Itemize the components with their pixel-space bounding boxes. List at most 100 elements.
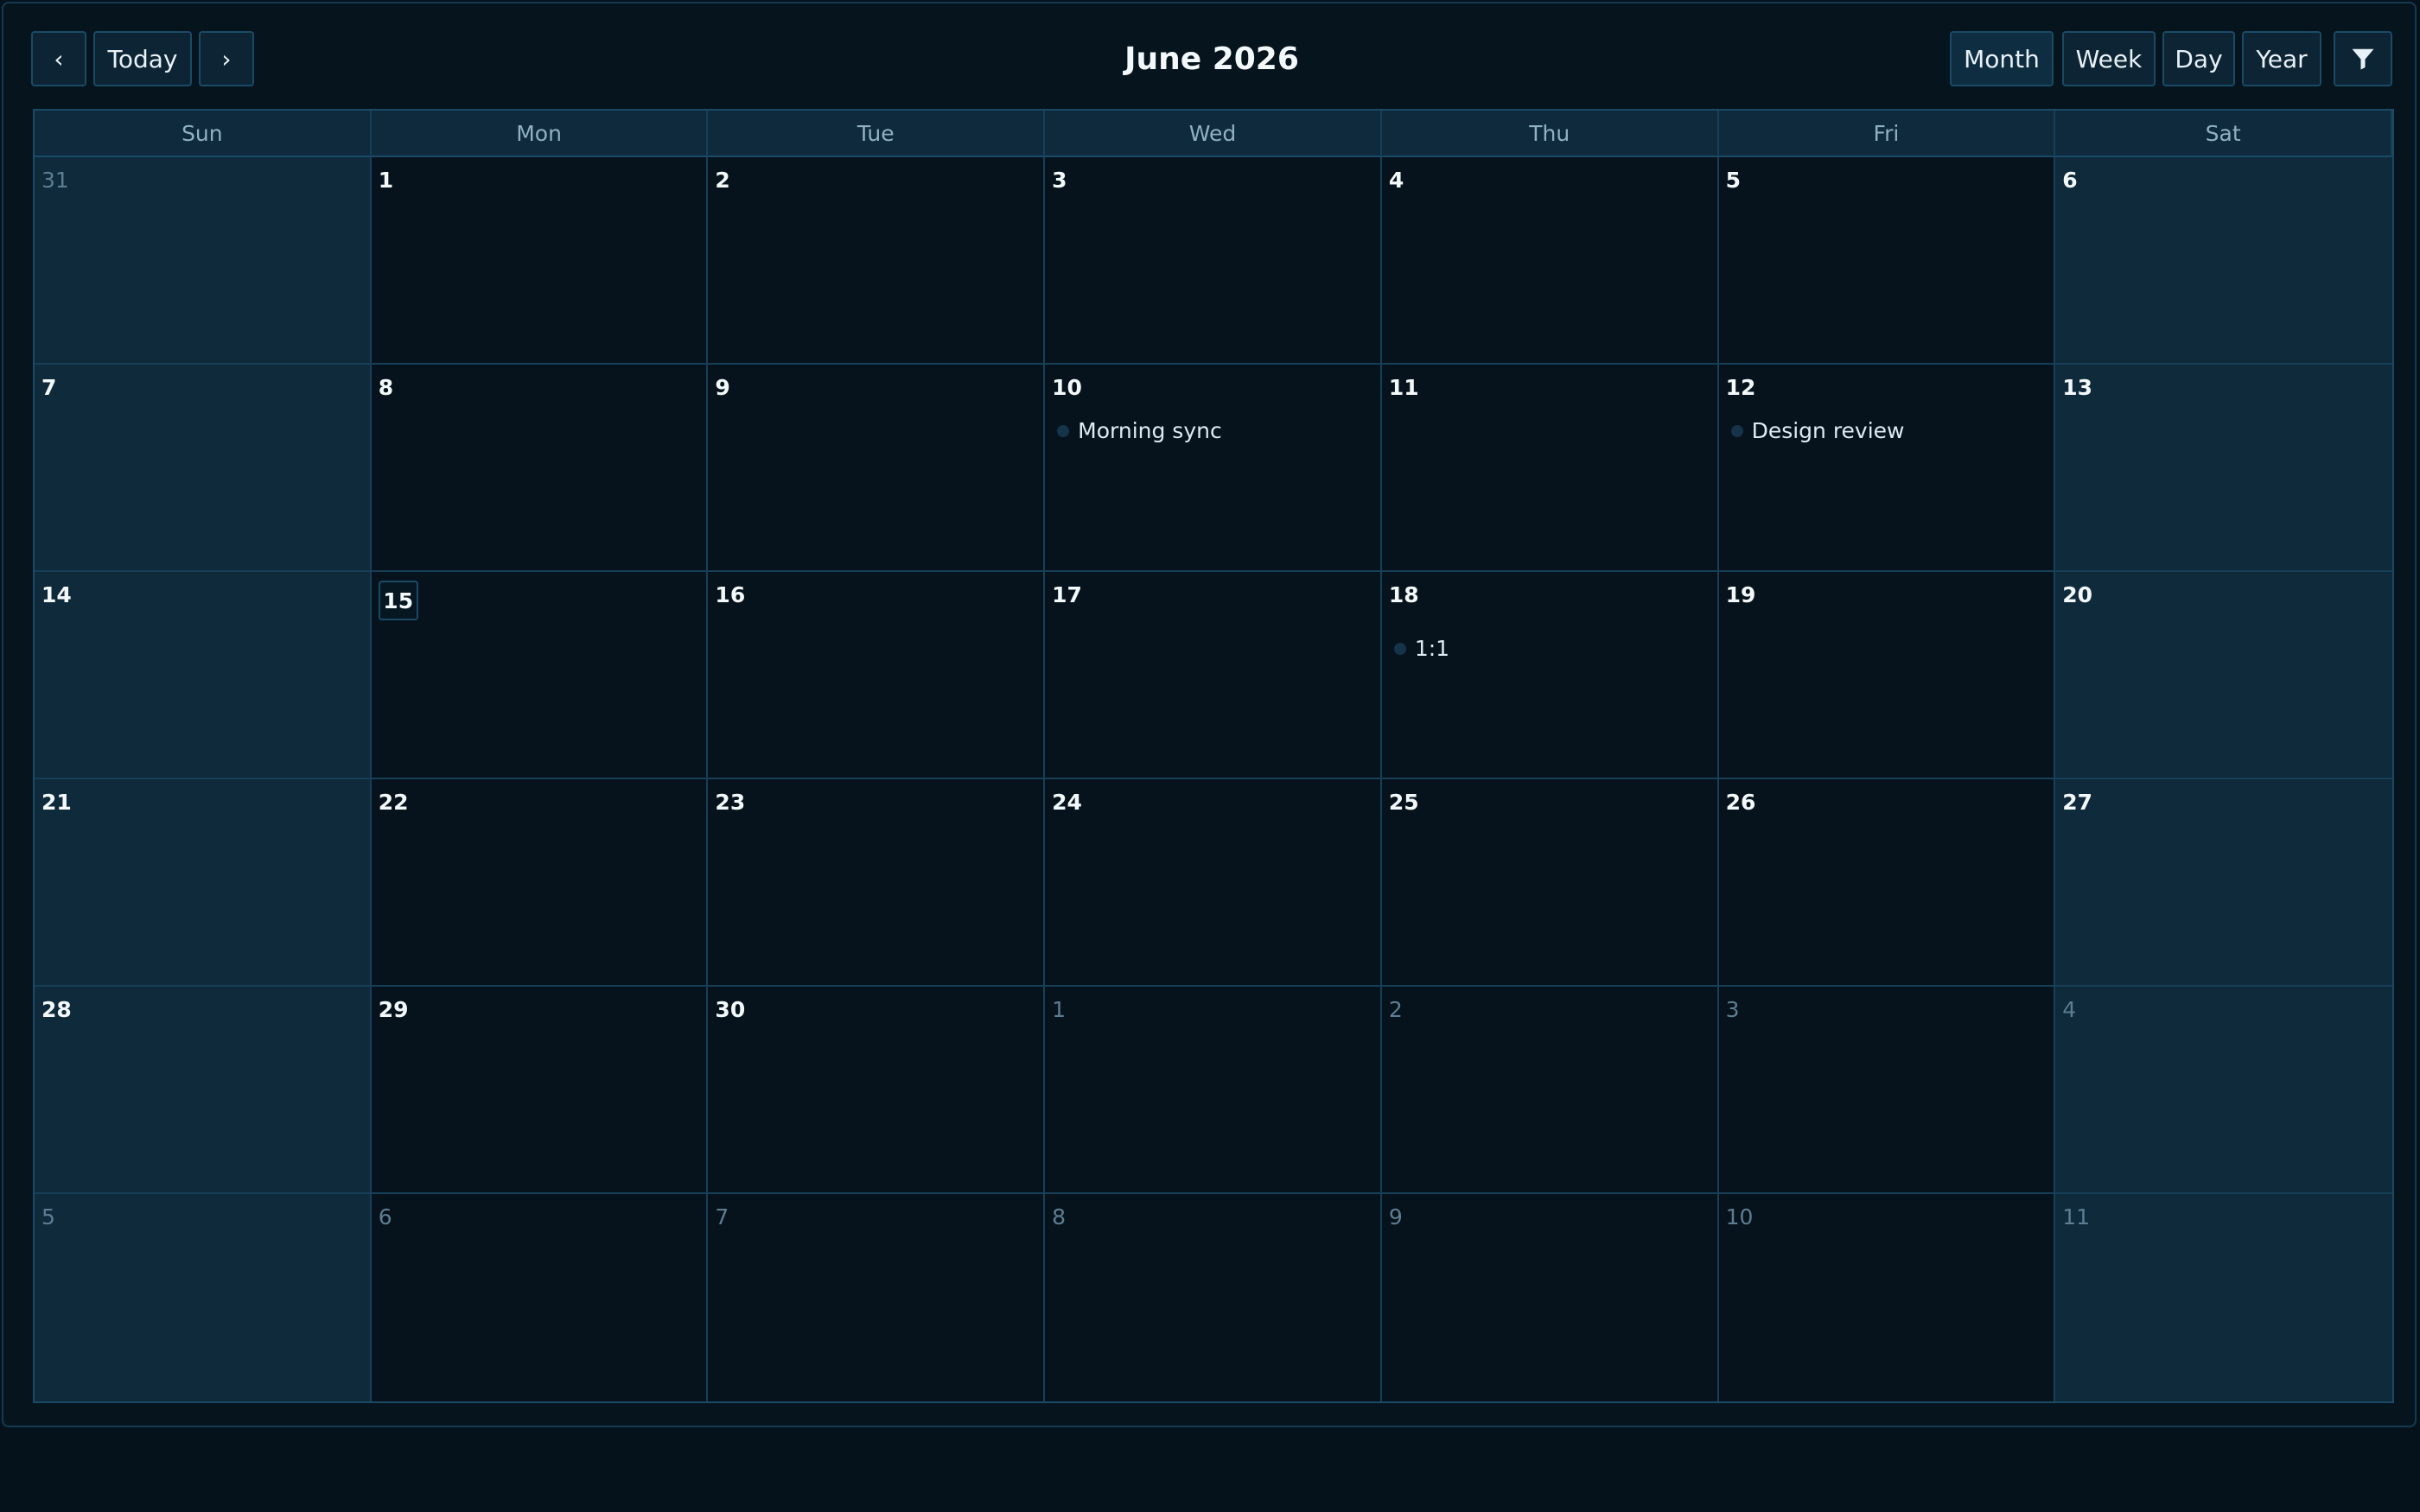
- view-week-label: Week: [2075, 44, 2143, 73]
- event-title: 1:1: [1414, 636, 1450, 661]
- weekday-header: Thu: [1381, 111, 1719, 157]
- day-cell[interactable]: 5: [1718, 157, 2056, 365]
- event-dot-icon: [1730, 424, 1743, 437]
- weekday-header: Mon: [371, 111, 709, 157]
- day-number: 4: [2062, 997, 2077, 1022]
- today-button[interactable]: Today: [93, 31, 192, 86]
- day-cell[interactable]: 28: [35, 987, 372, 1194]
- day-number: 18: [1388, 582, 1419, 607]
- day-cell[interactable]: 26: [1718, 779, 2056, 987]
- day-cell[interactable]: 6: [371, 1194, 709, 1401]
- month-grid: Sun Mon Tue Wed Thu Fri Sat 31 1 2 3 4 5 6 7 8 9 10 Mornin…: [33, 109, 2394, 1403]
- day-cell[interactable]: 22: [371, 779, 709, 987]
- day-number: 10: [1725, 1204, 1754, 1229]
- day-cell[interactable]: 27: [2055, 779, 2392, 987]
- day-number: 12: [1725, 375, 1756, 400]
- day-cell[interactable]: 13: [2055, 365, 2392, 572]
- day-cell[interactable]: 4: [1381, 157, 1719, 365]
- day-cell[interactable]: 24: [1045, 779, 1382, 987]
- calendar-event[interactable]: Morning sync: [1057, 418, 1222, 443]
- day-number: 17: [1052, 582, 1082, 607]
- event-title: Morning sync: [1078, 418, 1222, 443]
- day-number: 3: [1052, 168, 1067, 193]
- day-number: 14: [41, 582, 72, 607]
- day-number: 31: [41, 168, 69, 193]
- calendar-event[interactable]: Design review: [1730, 418, 1905, 443]
- day-cell[interactable]: 23: [708, 779, 1046, 987]
- day-number: 26: [1725, 790, 1756, 815]
- view-year-button[interactable]: Year: [2242, 31, 2321, 86]
- day-cell[interactable]: 10: [1718, 1194, 2056, 1401]
- day-cell[interactable]: 2: [1381, 987, 1719, 1194]
- day-number: 5: [1725, 168, 1741, 193]
- day-cell[interactable]: 2: [708, 157, 1046, 365]
- day-number: 30: [715, 997, 746, 1022]
- day-cell[interactable]: 7: [708, 1194, 1046, 1401]
- event-dot-icon: [1393, 642, 1406, 655]
- weekday-header: Wed: [1045, 111, 1382, 157]
- day-number: 11: [1388, 375, 1419, 400]
- view-day-label: Day: [2175, 44, 2223, 73]
- day-number: 5: [41, 1204, 55, 1229]
- day-number: 8: [1052, 1204, 1067, 1229]
- view-week-button[interactable]: Week: [2062, 31, 2156, 86]
- day-cell[interactable]: 6: [2055, 157, 2392, 365]
- day-number: 25: [1388, 790, 1419, 815]
- next-month-button[interactable]: ›: [199, 31, 254, 86]
- weekday-header: Sun: [35, 111, 372, 157]
- day-number: 15: [378, 581, 418, 620]
- day-cell[interactable]: 16: [708, 572, 1046, 779]
- day-number: 1: [1052, 997, 1067, 1022]
- chevron-right-icon: ›: [221, 44, 232, 73]
- day-cell[interactable]: 11: [1381, 365, 1719, 572]
- view-month-button[interactable]: Month: [1950, 31, 2054, 86]
- day-cell[interactable]: 5: [35, 1194, 372, 1401]
- day-cell[interactable]: 21: [35, 779, 372, 987]
- day-cell[interactable]: 9: [708, 365, 1046, 572]
- calendar-app: ‹ Today › June 2026 Month Week Day Year …: [2, 2, 2417, 1427]
- day-cell[interactable]: 25: [1381, 779, 1719, 987]
- calendar-toolbar: ‹ Today › June 2026 Month Week Day Year: [31, 31, 2392, 88]
- day-number: 7: [715, 1204, 729, 1229]
- day-cell[interactable]: 19: [1718, 572, 2056, 779]
- day-number: 16: [715, 582, 746, 607]
- day-cell[interactable]: 11: [2055, 1194, 2392, 1401]
- day-number: 22: [378, 790, 409, 815]
- day-number: 2: [715, 168, 730, 193]
- filter-button[interactable]: [2334, 31, 2392, 86]
- prev-month-button[interactable]: ‹: [31, 31, 86, 86]
- day-cell[interactable]: 9: [1381, 1194, 1719, 1401]
- day-cell[interactable]: 18 1:1: [1381, 572, 1719, 779]
- day-cell[interactable]: 29: [371, 987, 709, 1194]
- day-number: 3: [1725, 997, 1740, 1022]
- day-cell[interactable]: 8: [371, 365, 709, 572]
- day-number: 6: [378, 1204, 392, 1229]
- day-cell[interactable]: 14: [35, 572, 372, 779]
- day-cell[interactable]: 31: [35, 157, 372, 365]
- day-cell[interactable]: 20: [2055, 572, 2392, 779]
- day-cell[interactable]: 3: [1718, 987, 2056, 1194]
- day-number: 13: [2062, 375, 2093, 400]
- day-cell[interactable]: 3: [1045, 157, 1382, 365]
- day-cell[interactable]: 8: [1045, 1194, 1382, 1401]
- day-cell[interactable]: 12 Design review: [1718, 365, 2056, 572]
- day-cell[interactable]: 17: [1045, 572, 1382, 779]
- day-cell[interactable]: 7: [35, 365, 372, 572]
- day-cell[interactable]: 10 Morning sync: [1045, 365, 1382, 572]
- day-number: 1: [378, 168, 394, 193]
- day-number: 21: [41, 790, 72, 815]
- day-number: 29: [378, 997, 409, 1022]
- day-cell[interactable]: 4: [2055, 987, 2392, 1194]
- day-cell[interactable]: 1: [371, 157, 709, 365]
- day-number: 4: [1388, 168, 1404, 193]
- day-cell[interactable]: 1: [1045, 987, 1382, 1194]
- calendar-event[interactable]: 1:1: [1393, 636, 1450, 661]
- view-year-label: Year: [2256, 44, 2308, 73]
- chevron-left-icon: ‹: [54, 44, 64, 73]
- day-number: 6: [2062, 168, 2078, 193]
- day-cell-today[interactable]: 15: [371, 572, 709, 779]
- day-cell[interactable]: 30: [708, 987, 1046, 1194]
- day-number: 20: [2062, 582, 2093, 607]
- weekday-header: Fri: [1718, 111, 2056, 157]
- view-day-button[interactable]: Day: [2162, 31, 2235, 86]
